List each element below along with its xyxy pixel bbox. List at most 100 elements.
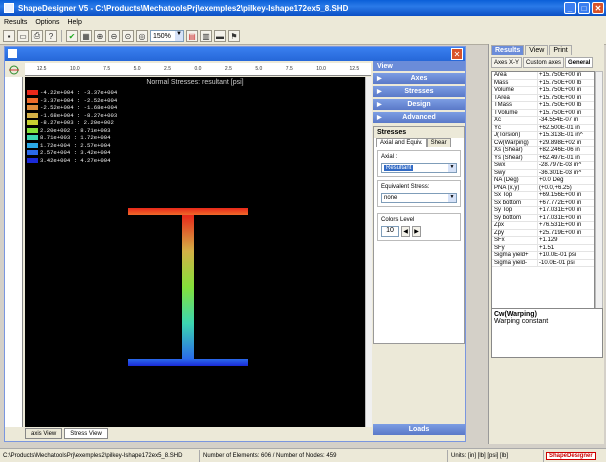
section-axes[interactable]: ▶ Axes xyxy=(373,73,465,84)
property-name: J(Torsion) xyxy=(492,132,538,139)
tab-axial-equiv[interactable]: Axial and Equiv. xyxy=(376,138,427,147)
zoom-window-icon[interactable]: ◎ xyxy=(136,30,148,42)
property-name: SFx xyxy=(492,237,538,244)
axis-orient-icon[interactable] xyxy=(7,64,21,76)
section-loads[interactable]: Loads xyxy=(373,424,465,435)
mesh-icon[interactable]: ▥ xyxy=(200,30,212,42)
tab-print[interactable]: Print xyxy=(549,45,572,55)
table-row[interactable]: Zpy +25.719E+00 in xyxy=(492,229,594,237)
flag-icon[interactable]: ⚑ xyxy=(228,30,240,42)
table-row[interactable]: Xc -34.554E-07 in xyxy=(492,117,594,125)
plot-scrollbar[interactable] xyxy=(365,77,372,427)
property-name: Sx Top xyxy=(492,192,538,199)
title-bar: ShapeDesigner V5 - C:\Products\Mechatool… xyxy=(0,0,606,16)
section-advanced[interactable]: ▶ Advanced xyxy=(373,112,465,123)
tab-general[interactable]: General xyxy=(565,57,594,68)
view-tabs: axis View Stress View xyxy=(25,428,108,439)
results-scrollbar[interactable] xyxy=(595,71,603,343)
section-design[interactable]: ▶ Design xyxy=(373,99,465,110)
colors-level-input[interactable]: 10 xyxy=(381,226,399,237)
section-stresses[interactable]: ▶ Stresses xyxy=(373,86,465,97)
property-value: +0.0 Deg xyxy=(539,177,564,183)
maximize-button[interactable]: □ xyxy=(578,2,590,14)
table-row[interactable]: TVolume +15.750E+00 in xyxy=(492,109,594,117)
minimize-button[interactable]: _ xyxy=(564,2,576,14)
tab-axis-view[interactable]: axis View xyxy=(25,428,63,439)
table-row[interactable]: SFx +1.129 xyxy=(492,237,594,245)
table-row[interactable]: Sy Top +17.031E+00 in xyxy=(492,207,594,215)
grid-icon[interactable]: ▦ xyxy=(80,30,92,42)
table-row[interactable]: Sy bottom +17.031E+00 in xyxy=(492,214,594,222)
property-name: Cw(Warping) xyxy=(492,139,538,146)
property-value: +15.750E+00 lb xyxy=(539,102,582,108)
table-row[interactable]: J(Torsion) +15.313E-01 in^ xyxy=(492,132,594,140)
section-icon[interactable]: ▬ xyxy=(214,30,226,42)
property-value: +1.51 xyxy=(539,244,555,251)
tab-results[interactable]: Results xyxy=(491,45,525,55)
table-row[interactable]: Sigma yield- -10.0E-01 psi xyxy=(492,259,594,267)
property-name: Zpx xyxy=(492,222,538,229)
table-row[interactable]: SFy +1.51 xyxy=(492,244,594,252)
export-icon[interactable]: ▭ xyxy=(17,30,29,42)
equiv-select[interactable]: none ▼ xyxy=(381,193,457,203)
description-text: Warping constant xyxy=(494,318,549,325)
color-scale-icon[interactable]: ▤ xyxy=(186,30,198,42)
table-row[interactable]: TMass +15.750E+00 lb xyxy=(492,102,594,110)
view-panel: View ▶ Axes ▶ Stresses ▶ Design ▶ Advanced S… xyxy=(373,61,465,441)
colors-level-increase[interactable]: ▶ xyxy=(412,226,421,237)
axial-label: Axial : xyxy=(381,154,398,160)
menu-bar: Results Options Help xyxy=(0,16,606,28)
menu-help[interactable]: Help xyxy=(67,19,81,26)
document-close-button[interactable]: ✕ xyxy=(451,48,463,60)
property-value: +10.0E-01 psi xyxy=(539,252,577,258)
axial-group: Axial : Resultant ▼ xyxy=(377,150,461,177)
zoom-select[interactable]: 150% ▼ xyxy=(150,30,184,42)
property-value: +15.313E-01 in^ xyxy=(539,132,583,138)
stress-plot[interactable]: Normal Stresses: resultant [psi] -4.22e+… xyxy=(25,77,365,427)
close-button[interactable]: ✕ xyxy=(592,2,604,14)
table-row[interactable]: Sigma yield+ +10.0E-01 psi xyxy=(492,252,594,260)
zoom-out-icon[interactable]: ⊖ xyxy=(108,30,120,42)
table-row[interactable]: Mass +15.750E+00 lb xyxy=(492,79,594,87)
check-icon[interactable]: ✔ xyxy=(66,30,78,42)
property-value: +76.531E+00 in xyxy=(539,222,582,228)
axial-select[interactable]: Resultant ▼ xyxy=(381,163,457,173)
print-icon[interactable]: ⎙ xyxy=(31,30,43,42)
stress-tabs: Axial and Equiv. Shear xyxy=(376,138,464,147)
tab-custom-axes[interactable]: Custom axes xyxy=(523,57,565,68)
table-row[interactable]: Swx -28.797E-03 in^ xyxy=(492,162,594,170)
tab-shear[interactable]: Shear xyxy=(426,138,451,147)
table-row[interactable]: NA (Deg) +0.0 Deg xyxy=(492,177,594,185)
ruler-tick-label: 7.5 xyxy=(285,66,293,72)
chevron-icon: ▶ xyxy=(377,76,382,82)
table-row[interactable]: Xs (Shear) +82.246E-06 in xyxy=(492,147,594,155)
tab-axes-xy[interactable]: Axes X-Y xyxy=(491,57,523,68)
table-row[interactable]: Zpx +76.531E+00 in xyxy=(492,222,594,230)
zoom-in-icon[interactable]: ⊕ xyxy=(94,30,106,42)
table-row[interactable]: Yc +62.500E-01 in xyxy=(492,124,594,132)
table-row[interactable]: Cw(Warping) +29.898E+02 in xyxy=(492,139,594,147)
table-row[interactable]: Area +15.750E+00 in xyxy=(492,72,594,80)
table-row[interactable]: Sx bottom +67.772E+00 in xyxy=(492,199,594,207)
property-value: +69.156E+00 in xyxy=(539,192,582,198)
table-row[interactable]: Swy -36.301E-03 in^ xyxy=(492,169,594,177)
menu-results[interactable]: Results xyxy=(4,19,27,26)
property-value: -34.554E-07 in xyxy=(539,117,579,123)
menu-options[interactable]: Options xyxy=(35,19,59,26)
tab-view[interactable]: View xyxy=(525,45,549,55)
save-icon[interactable]: ▪ xyxy=(3,30,15,42)
ruler-top: 12.5 10.0 7.5 5.0 2.5 0.0 2.5 5.0 7.5 10.0 12.5 xyxy=(25,63,371,76)
ruler-tick-label: 7.5 xyxy=(103,66,111,72)
table-row[interactable]: TArea +15.750E+00 in xyxy=(492,94,594,102)
ruler-tick-label: 0.0 xyxy=(194,66,202,72)
help-icon[interactable]: ? xyxy=(45,30,57,42)
colors-level-decrease[interactable]: ◀ xyxy=(401,226,410,237)
table-row[interactable]: Sx Top +69.156E+00 in xyxy=(492,192,594,200)
table-row[interactable]: Volume +15.750E+00 in xyxy=(492,87,594,95)
zoom-fit-icon[interactable]: ⊙ xyxy=(122,30,134,42)
table-row[interactable]: PNA (x,y) (+0.0,+6.25) xyxy=(492,184,594,192)
table-row[interactable]: Ys (Shear) +62.497E-01 in xyxy=(492,154,594,162)
tab-stress-view[interactable]: Stress View xyxy=(64,428,108,439)
ruler-tick-label: 12.5 xyxy=(349,66,360,72)
chevron-icon: ▶ xyxy=(377,89,382,95)
